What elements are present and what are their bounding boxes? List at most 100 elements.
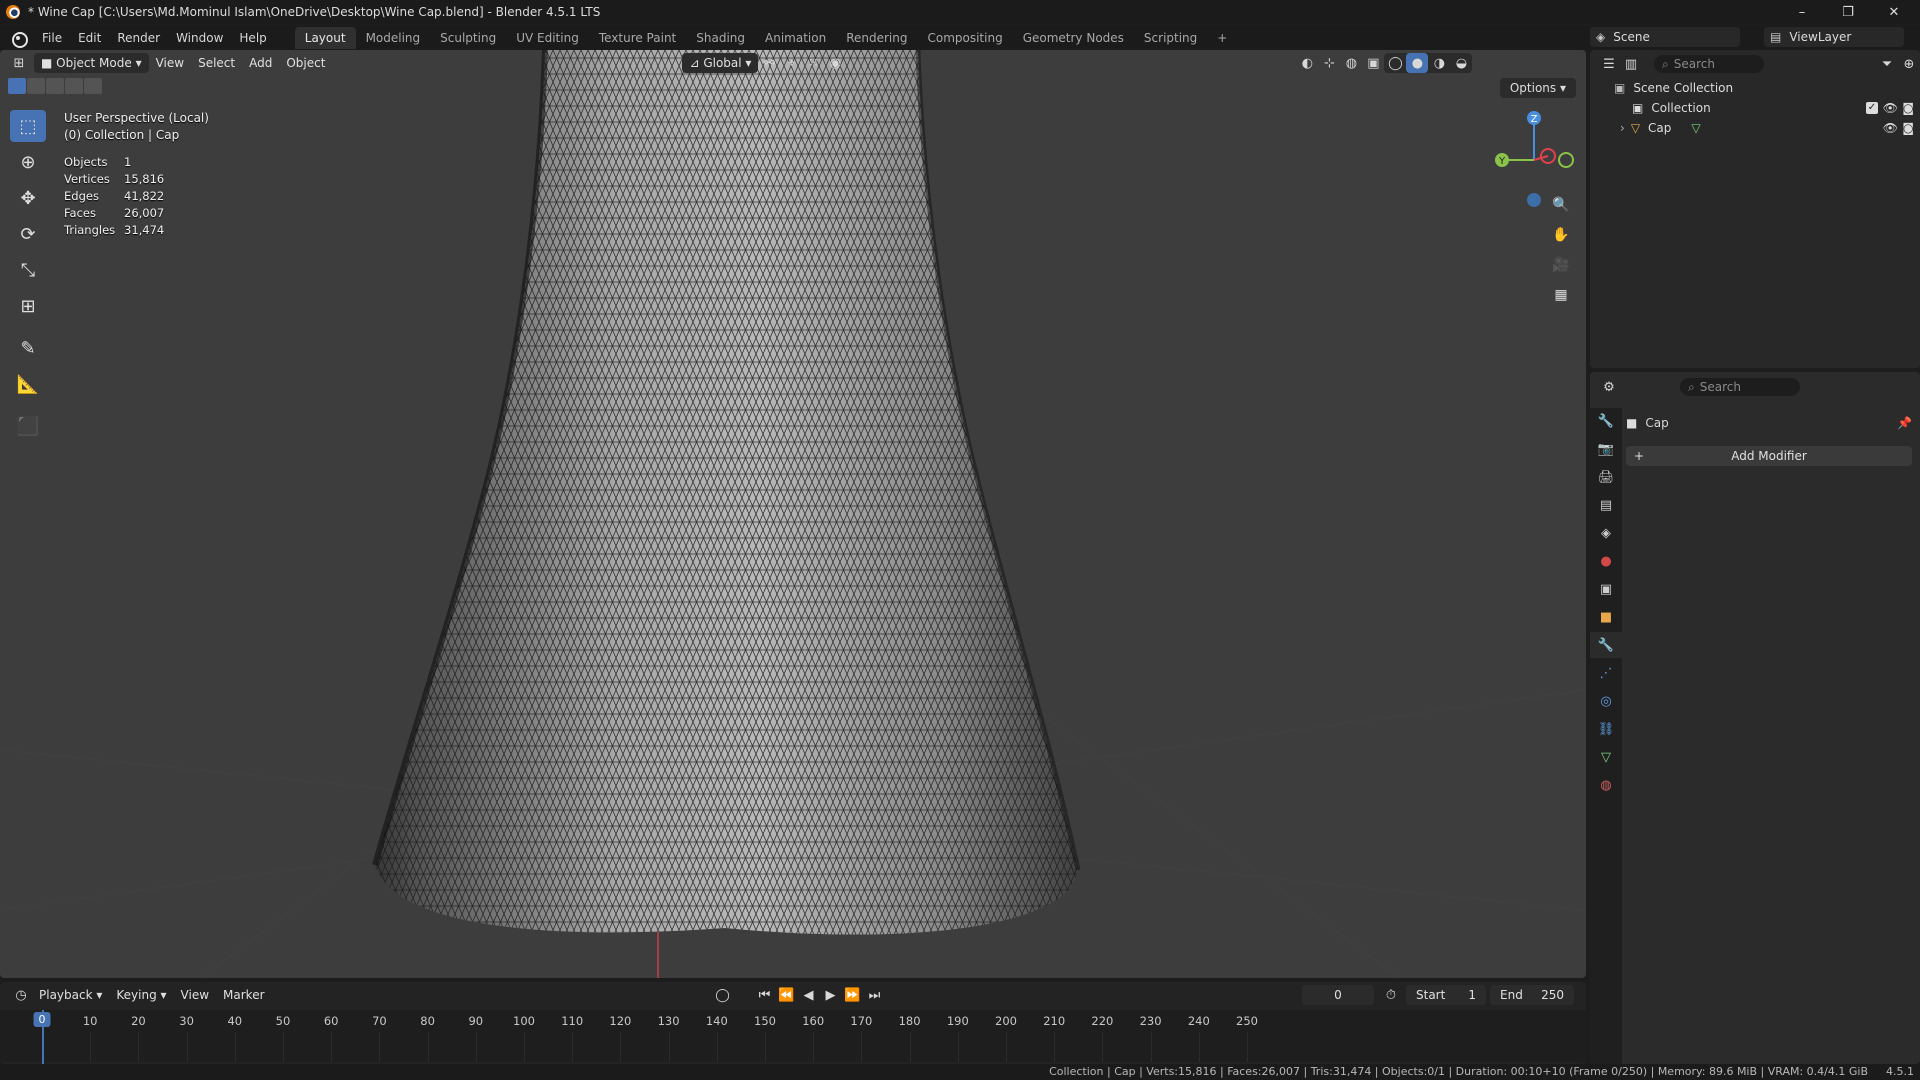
menu-window[interactable]: Window [168,26,231,50]
tab-geometry-nodes[interactable]: Geometry Nodes [1013,27,1134,49]
collection-tab-icon[interactable]: ▣ [1590,576,1622,602]
mode-dropdown[interactable]: ■ Object Mode ▾ [34,53,149,73]
select-subtract-icon[interactable] [46,78,64,94]
tab-compositing[interactable]: Compositing [917,27,1012,49]
rendered-shading-icon[interactable]: ◒ [1450,53,1472,73]
cursor-tool-icon[interactable]: ⊕ [10,146,46,178]
tab-layout[interactable]: Layout [294,27,356,49]
outliner-search-input[interactable]: ⌕ Search [1654,55,1764,73]
camera-icon[interactable]: ◙ [1902,121,1914,135]
tab-rendering[interactable]: Rendering [836,27,917,49]
ortho-grid-icon[interactable]: ▦ [1548,282,1574,308]
tree-item-scene-collection[interactable]: ▣ Scene Collection [1590,78,1920,98]
modifier-tab-icon[interactable]: 🔧 [1590,632,1622,658]
frame-ruler[interactable]: 10 20 30 40 50 60 70 80 90 100 110 120 130 140 150 160 1… [0,1010,1586,1062]
stopwatch-icon[interactable]: ⏱ [1380,985,1402,1005]
select-invert-icon[interactable] [65,78,83,94]
render-tab-icon[interactable]: 📷 [1590,436,1622,462]
jump-start-icon[interactable]: ⏮ [754,985,776,1005]
data-tab-icon[interactable]: ▽ [1590,744,1622,770]
menu-select[interactable]: Select [191,53,242,73]
measure-tool-icon[interactable]: 📐 [10,368,46,400]
view-layer-tab-icon[interactable]: ▤ [1590,492,1622,518]
prev-keyframe-icon[interactable]: ⏪ [776,985,798,1005]
tree-item-cap[interactable]: › ▽ Cap ▽ 👁 ◙ [1590,118,1920,138]
eye-icon[interactable]: 👁 [1883,101,1898,115]
move-tool-icon[interactable]: ✥ [10,182,46,214]
options-dropdown[interactable]: Options ▾ [1499,78,1576,98]
editor-type-icon[interactable]: ⊞ [8,53,30,73]
play-icon[interactable]: ▶ [820,985,842,1005]
timeline-editor[interactable]: ◷ Playback ▾ Keying ▾ View Marker ◯ ⏮ ⏪ … [0,982,1586,1064]
camera-icon[interactable]: ◙ [1902,101,1914,115]
select-new-icon[interactable] [8,78,26,94]
pivot-icon[interactable]: ⚯ [758,53,780,73]
playhead-frame-label[interactable]: 0 [33,1012,51,1027]
eye-icon[interactable]: 👁 [1883,121,1898,135]
close-button[interactable]: ✕ [1874,0,1914,24]
maximize-button[interactable]: ❐ [1828,0,1868,24]
view-layer-selector[interactable]: ▤ ViewLayer [1764,27,1904,47]
physics-tab-icon[interactable]: ◎ [1590,688,1622,714]
scene-tab-icon[interactable]: ◈ [1590,520,1622,546]
xray-icon[interactable]: ▣ [1362,53,1384,73]
transform-tool-icon[interactable]: ⊞ [10,290,46,322]
tab-modeling[interactable]: Modeling [356,27,431,49]
current-frame-field[interactable]: 0 [1302,985,1374,1005]
select-box-tool-icon[interactable]: ⬚ [10,110,46,142]
world-tab-icon[interactable]: ● [1590,548,1622,574]
add-workspace-button[interactable]: + [1207,27,1237,49]
constraints-tab-icon[interactable]: ⛓ [1590,716,1622,742]
menu-help[interactable]: Help [231,26,274,50]
display-mode-icon[interactable]: ▥ [1620,54,1642,74]
wireframe-shading-icon[interactable]: ◯ [1384,53,1406,73]
pan-hand-icon[interactable]: ✋ [1548,222,1574,248]
menu-keying[interactable]: Keying ▾ [109,985,173,1005]
material-shading-icon[interactable]: ◑ [1428,53,1450,73]
add-modifier-button[interactable]: + Add Modifier [1626,446,1912,466]
start-frame-field[interactable]: Start 1 [1406,985,1486,1005]
tool-tab-icon[interactable]: 🔧 [1590,408,1622,434]
add-cube-tool-icon[interactable]: ⬛ [10,410,46,442]
rotate-tool-icon[interactable]: ⟳ [10,218,46,250]
menu-view[interactable]: View [149,53,191,73]
menu-timeline-view[interactable]: View [174,985,216,1005]
outliner-editor-icon[interactable]: ☰ [1598,54,1620,74]
menu-file[interactable]: File [34,26,70,50]
material-tab-icon[interactable]: ◍ [1590,772,1622,798]
menu-render[interactable]: Render [109,26,168,50]
tab-sculpting[interactable]: Sculpting [430,27,506,49]
solid-shading-icon[interactable]: ● [1406,53,1429,73]
select-extend-icon[interactable] [27,78,45,94]
play-reverse-icon[interactable]: ◀ [798,985,820,1005]
end-frame-field[interactable]: End 250 [1490,985,1574,1005]
menu-playback[interactable]: Playback ▾ [32,985,109,1005]
minimize-button[interactable]: – [1782,0,1822,24]
blender-menu-icon[interactable] [10,29,28,48]
filter-icon[interactable]: ⏷ [1876,54,1898,74]
checkbox-icon[interactable]: ✓ [1866,102,1878,114]
proportional-edit-icon[interactable]: ◉ [824,53,846,73]
new-collection-icon[interactable]: ⊕ [1898,54,1920,74]
output-tab-icon[interactable]: 🖨 [1590,464,1622,490]
annotate-tool-icon[interactable]: ✎ [10,332,46,364]
gizmo-toggle-icon[interactable]: ⊹ [1318,53,1340,73]
transform-orientation-dropdown[interactable]: ⊿ Global ▾ [682,53,759,73]
select-intersect-icon[interactable] [84,78,102,94]
visibility-icon[interactable]: ◐ [1296,53,1318,73]
scale-tool-icon[interactable]: ⤡ [10,254,46,286]
auto-key-icon[interactable]: ◯ [712,985,734,1005]
tree-item-collection[interactable]: ▣ Collection ✓ 👁 ◙ [1590,98,1920,118]
menu-edit[interactable]: Edit [70,26,109,50]
tab-shading[interactable]: Shading [686,27,755,49]
properties-editor-icon[interactable]: ⚙ [1598,377,1620,397]
expand-arrow-icon[interactable]: › [1620,121,1625,135]
jump-end-icon[interactable]: ⏭ [864,985,886,1005]
overlay-toggle-icon[interactable]: ◍ [1340,53,1362,73]
particles-tab-icon[interactable]: ⋰ [1590,660,1622,686]
tab-texture-paint[interactable]: Texture Paint [589,27,686,49]
scene-selector[interactable]: ◈ Scene [1590,27,1740,47]
zoom-icon[interactable]: 🔍 [1548,192,1574,218]
pin-icon[interactable]: 📌 [1897,416,1912,430]
tab-scripting[interactable]: Scripting [1134,27,1207,49]
